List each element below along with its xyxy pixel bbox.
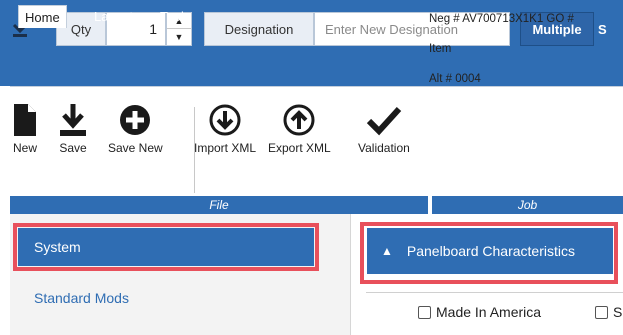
export-xml-button[interactable]: Export XML [268, 103, 331, 155]
arrow-up-circle-icon [283, 104, 315, 136]
panel-title: Panelboard Characteristics [406, 243, 575, 259]
import-xml-button[interactable]: Import XML [194, 103, 256, 155]
panel-divider [366, 292, 623, 293]
nav-item-system[interactable]: System [13, 223, 319, 271]
stepper-down-icon[interactable]: ▼ [167, 29, 191, 45]
import-xml-label: Import XML [194, 141, 257, 155]
made-in-america-label: Made In America [436, 304, 542, 320]
nav-item-standard-mods[interactable]: Standard Mods [34, 290, 129, 306]
made-in-america-checkbox[interactable]: Made In America [418, 304, 541, 320]
arrow-down-circle-icon [209, 104, 241, 136]
panelboard-characteristics-header[interactable]: ▲ Panelboard Characteristics [367, 228, 613, 274]
ribbon-body: New Save Save New Import XML Export XML … [10, 86, 623, 196]
checkmark-icon [366, 106, 402, 136]
new-label: New [12, 141, 37, 155]
toolbar-cut-text: S [598, 22, 607, 37]
download-save-icon [60, 104, 86, 136]
validation-button[interactable]: Validation [358, 103, 410, 155]
designation-label: Designation [204, 12, 314, 46]
save-new-button[interactable]: Save New [108, 103, 163, 155]
file-group-label: File [10, 196, 428, 214]
partial-checkbox-label: Se [613, 304, 623, 320]
tab-layout[interactable]: Layout [88, 5, 139, 28]
alt-number-text: Alt # 0004 [429, 73, 481, 85]
job-group-label: Job [432, 196, 623, 214]
checkbox-box[interactable] [595, 305, 608, 319]
checkbox-box[interactable] [418, 305, 431, 319]
chevron-up-icon: ▲ [381, 244, 393, 258]
save-label: Save [59, 141, 87, 155]
plus-circle-icon [120, 105, 151, 135]
new-button[interactable]: New [12, 103, 38, 155]
job-info: Neg # AV700713X1K1 GO # Item Alt # 0004 [429, 10, 574, 100]
validation-label: Validation [358, 141, 410, 155]
neg-number-text: Neg # AV700713X1K1 GO # [429, 13, 574, 25]
partial-checkbox[interactable]: Se [595, 304, 623, 320]
tab-tools[interactable]: Tools [154, 5, 196, 28]
save-new-label: Save New [108, 141, 163, 155]
export-xml-label: Export XML [268, 141, 331, 155]
item-text: Item [429, 43, 452, 55]
tab-home[interactable]: Home [18, 5, 67, 28]
new-document-icon [14, 104, 36, 136]
save-button[interactable]: Save [58, 103, 88, 155]
